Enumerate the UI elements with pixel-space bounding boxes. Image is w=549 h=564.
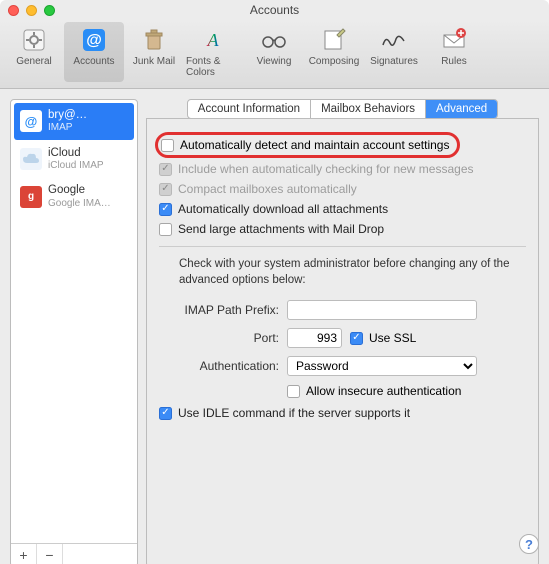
main-panel: Account Information Mailbox Behaviors Ad… (146, 99, 539, 564)
account-type: iCloud IMAP (48, 160, 104, 172)
toolbar-label: Composing (309, 56, 360, 67)
account-name: Google (48, 184, 111, 197)
auto-detect-checkbox[interactable] (161, 139, 174, 152)
account-type: Google IMA… (48, 198, 111, 210)
tab-mailbox-behaviors[interactable]: Mailbox Behaviors (311, 100, 426, 118)
toolbar-label: Fonts & Colors (186, 56, 242, 78)
signature-icon (380, 26, 408, 54)
tab-account-information[interactable]: Account Information (188, 100, 311, 118)
account-sidebar: @ bry@… IMAP iCloud iCloud IMAP (10, 99, 138, 564)
account-list: @ bry@… IMAP iCloud iCloud IMAP (11, 100, 137, 543)
toolbar-label: Viewing (257, 56, 292, 67)
toolbar-composing[interactable]: Composing (304, 22, 364, 82)
remove-account-button[interactable]: − (37, 544, 63, 564)
toolbar-fonts[interactable]: A Fonts & Colors (184, 22, 244, 82)
tab-advanced[interactable]: Advanced (426, 100, 497, 118)
toolbar-label: Junk Mail (133, 56, 175, 67)
use-idle-row: Use IDLE command if the server supports … (159, 406, 526, 420)
advanced-panel: Automatically detect and maintain accoun… (146, 118, 539, 564)
use-ssl-checkbox[interactable] (350, 332, 363, 345)
preferences-window: Accounts General @ Accounts Junk Mail A … (0, 0, 549, 564)
compose-icon (320, 26, 348, 54)
at-icon: @ (80, 26, 108, 54)
advanced-note: Check with your system administrator bef… (179, 257, 526, 288)
cloud-icon (20, 148, 42, 170)
download-attach-row: Automatically download all attachments (159, 202, 526, 216)
window-title: Accounts (0, 3, 549, 17)
toolbar-label: Signatures (370, 56, 418, 67)
annotation-highlight: Automatically detect and maintain accoun… (155, 132, 460, 158)
toolbar-label: Rules (441, 56, 467, 67)
compact-checkbox (159, 183, 172, 196)
port-input[interactable] (287, 328, 342, 348)
google-icon: g (20, 186, 42, 208)
toolbar-viewing[interactable]: Viewing (244, 22, 304, 82)
use-idle-label: Use IDLE command if the server supports … (178, 406, 410, 420)
mail-drop-checkbox[interactable] (159, 223, 172, 236)
toolbar-label: General (16, 56, 52, 67)
use-ssl-label: Use SSL (369, 331, 416, 345)
account-row[interactable]: g Google Google IMA… (14, 178, 134, 215)
account-name: bry@… (48, 109, 87, 122)
account-row[interactable]: @ bry@… IMAP (14, 103, 134, 140)
imap-path-prefix-field: IMAP Path Prefix: (159, 300, 526, 320)
toolbar-label: Accounts (73, 56, 114, 67)
authentication-label: Authentication: (159, 359, 279, 373)
include-check-checkbox (159, 163, 172, 176)
imap-path-prefix-input[interactable] (287, 300, 477, 320)
imap-path-prefix-label: IMAP Path Prefix: (159, 303, 279, 317)
tab-bar: Account Information Mailbox Behaviors Ad… (146, 99, 539, 119)
titlebar: Accounts (0, 0, 549, 20)
authentication-field: Authentication: Password (159, 356, 526, 376)
include-check-row: Include when automatically checking for … (159, 162, 526, 176)
compact-row: Compact mailboxes automatically (159, 182, 526, 196)
trash-icon (140, 26, 168, 54)
content: @ bry@… IMAP iCloud iCloud IMAP (0, 89, 549, 564)
toolbar-rules[interactable]: Rules (424, 22, 484, 82)
account-type: IMAP (48, 122, 87, 134)
fonts-icon: A (200, 26, 228, 54)
mail-drop-label: Send large attachments with Mail Drop (178, 222, 384, 236)
toolbar: General @ Accounts Junk Mail A Fonts & C… (0, 20, 549, 89)
authentication-select[interactable]: Password (287, 356, 477, 376)
use-idle-checkbox[interactable] (159, 407, 172, 420)
rules-icon (440, 26, 468, 54)
allow-insecure-label: Allow insecure authentication (306, 384, 461, 398)
account-row[interactable]: iCloud iCloud IMAP (14, 141, 134, 178)
download-attach-label: Automatically download all attachments (178, 202, 388, 216)
toolbar-accounts[interactable]: @ Accounts (64, 22, 124, 82)
auto-detect-label: Automatically detect and maintain accoun… (180, 138, 449, 152)
account-name: iCloud (48, 147, 104, 160)
toolbar-general[interactable]: General (4, 22, 64, 82)
at-icon: @ (20, 110, 42, 132)
mail-drop-row: Send large attachments with Mail Drop (159, 222, 526, 236)
compact-label: Compact mailboxes automatically (178, 182, 357, 196)
sidebar-footer: + − (11, 543, 137, 564)
toolbar-signatures[interactable]: Signatures (364, 22, 424, 82)
allow-insecure-checkbox[interactable] (287, 385, 300, 398)
include-check-label: Include when automatically checking for … (178, 162, 474, 176)
download-attach-checkbox[interactable] (159, 203, 172, 216)
add-account-button[interactable]: + (11, 544, 37, 564)
svg-text:A: A (207, 30, 220, 50)
gear-icon (20, 26, 48, 54)
svg-text:@: @ (86, 32, 102, 49)
toolbar-junk[interactable]: Junk Mail (124, 22, 184, 82)
divider (159, 246, 526, 247)
port-label: Port: (159, 331, 279, 345)
glasses-icon (260, 26, 288, 54)
port-field: Port: Use SSL (159, 328, 526, 348)
allow-insecure-row: Allow insecure authentication (159, 384, 526, 398)
help-button[interactable]: ? (519, 534, 539, 554)
